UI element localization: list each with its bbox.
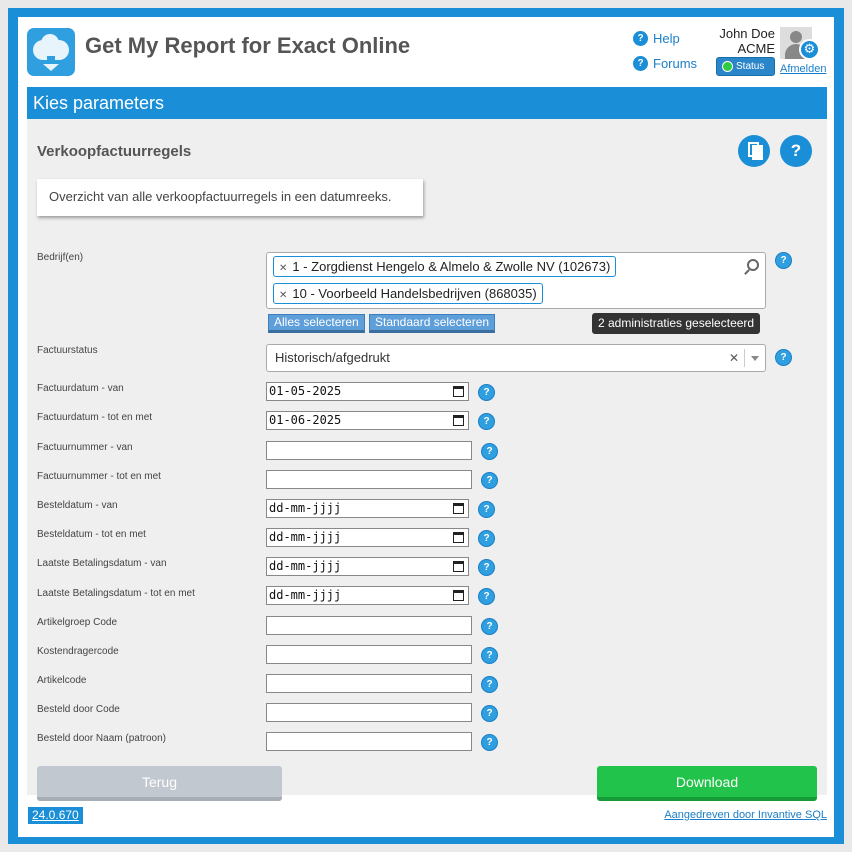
calendar-icon[interactable] bbox=[453, 415, 464, 426]
status-online-icon bbox=[722, 61, 733, 72]
user-name: John Doe bbox=[719, 26, 775, 41]
select-all-button[interactable]: Alles selecteren bbox=[268, 314, 365, 333]
parameters-form: Verkoopfactuurregels ? Overzicht van all… bbox=[27, 119, 827, 801]
field-help-icon[interactable]: ? bbox=[478, 530, 495, 547]
field-help-icon[interactable]: ? bbox=[478, 588, 495, 605]
invoice-status-value: Historisch/afgedrukt bbox=[275, 350, 390, 365]
field-help-icon[interactable]: ? bbox=[481, 705, 498, 722]
last-payment-date-to-input[interactable]: dd-mm-jjjj bbox=[266, 586, 469, 605]
order-date-from-input[interactable]: dd-mm-jjjj bbox=[266, 499, 469, 518]
remove-icon[interactable]: ✕ bbox=[279, 290, 287, 301]
report-help-button[interactable]: ? bbox=[780, 135, 812, 167]
field-help-icon[interactable]: ? bbox=[481, 443, 498, 460]
user-organization: ACME bbox=[737, 41, 775, 56]
field-help-icon[interactable]: ? bbox=[478, 559, 495, 576]
field-label: Laatste Betalingsdatum - tot en met bbox=[37, 588, 195, 599]
calendar-icon[interactable] bbox=[453, 532, 464, 543]
company-tag[interactable]: ✕ 10 - Voorbeeld Handelsbedrijven (868035… bbox=[273, 283, 543, 304]
field-help-icon[interactable]: ? bbox=[481, 676, 498, 693]
remove-icon[interactable]: ✕ bbox=[279, 263, 287, 274]
calendar-icon[interactable] bbox=[453, 503, 464, 514]
companies-help-icon[interactable]: ? bbox=[775, 252, 792, 269]
selected-count-badge: 2 administraties geselecteerd bbox=[592, 313, 761, 334]
copy-button[interactable] bbox=[738, 135, 770, 167]
companies-label: Bedrijf(en) bbox=[37, 252, 84, 263]
field-help-icon[interactable]: ? bbox=[481, 647, 498, 664]
status-label: Status bbox=[736, 61, 765, 72]
field-label: Factuurdatum - van bbox=[37, 383, 124, 394]
invoice-status-label: Factuurstatus bbox=[37, 345, 98, 356]
field-label: Artikelgroep Code bbox=[37, 617, 118, 628]
report-description: Overzicht van alle verkoopfactuurregels … bbox=[37, 179, 423, 216]
field-label: Factuurdatum - tot en met bbox=[37, 412, 153, 423]
calendar-icon[interactable] bbox=[453, 386, 464, 397]
field-help-icon[interactable]: ? bbox=[478, 413, 495, 430]
question-icon: ? bbox=[633, 31, 648, 46]
calendar-icon[interactable] bbox=[453, 590, 464, 601]
report-title: Verkoopfactuurregels bbox=[37, 143, 192, 160]
clear-icon[interactable]: ✕ bbox=[729, 345, 739, 371]
version-badge[interactable]: 24.0.670 bbox=[28, 807, 83, 824]
field-label: Kostendragercode bbox=[37, 646, 119, 657]
search-icon[interactable] bbox=[747, 259, 759, 271]
field-help-icon[interactable]: ? bbox=[481, 734, 498, 751]
question-icon: ? bbox=[633, 56, 648, 71]
item-code-input[interactable] bbox=[266, 674, 472, 693]
company-tag-label: 1 - Zorgdienst Hengelo & Almelo & Zwolle… bbox=[292, 259, 611, 274]
field-label: Besteld door Naam (patroon) bbox=[37, 733, 166, 744]
status-button[interactable]: Status bbox=[716, 57, 775, 76]
forums-link[interactable]: ? Forums bbox=[633, 56, 697, 71]
company-tag-label: 10 - Voorbeeld Handelsbedrijven (868035) bbox=[292, 286, 537, 301]
field-label: Besteld door Code bbox=[37, 704, 120, 715]
companies-multiselect[interactable]: ✕ 1 - Zorgdienst Hengelo & Almelo & Zwoll… bbox=[266, 252, 766, 309]
ordered-by-name-input[interactable] bbox=[266, 732, 472, 751]
item-group-code-input[interactable] bbox=[266, 616, 472, 635]
invoice-status-help-icon[interactable]: ? bbox=[775, 349, 792, 366]
field-label: Laatste Betalingsdatum - van bbox=[37, 558, 167, 569]
cost-unit-code-input[interactable] bbox=[266, 645, 472, 664]
gear-icon[interactable]: ⚙ bbox=[799, 39, 820, 60]
section-title-bar: Kies parameters bbox=[27, 87, 827, 119]
field-label: Factuurnummer - tot en met bbox=[37, 471, 161, 482]
download-button[interactable]: Download bbox=[597, 766, 817, 801]
invoice-number-to-input[interactable] bbox=[266, 470, 472, 489]
last-payment-date-from-input[interactable]: dd-mm-jjjj bbox=[266, 557, 469, 576]
forums-link-label: Forums bbox=[653, 56, 698, 71]
chevron-down-icon[interactable] bbox=[751, 356, 759, 361]
field-help-icon[interactable]: ? bbox=[478, 384, 495, 401]
invoice-number-from-input[interactable] bbox=[266, 441, 472, 460]
calendar-icon[interactable] bbox=[453, 561, 464, 572]
field-help-icon[interactable]: ? bbox=[481, 618, 498, 635]
invoice-date-to-input[interactable]: 01-06-2025 bbox=[266, 411, 469, 430]
order-date-to-input[interactable]: dd-mm-jjjj bbox=[266, 528, 469, 547]
app-panel: Get My Report for Exact Online ? Help ? … bbox=[18, 17, 834, 837]
powered-by-link[interactable]: Aangedreven door Invantive SQL bbox=[664, 809, 827, 821]
invoice-date-from-input[interactable]: 01-05-2025 bbox=[266, 382, 469, 401]
help-link-label: Help bbox=[653, 31, 680, 46]
ordered-by-code-input[interactable] bbox=[266, 703, 472, 722]
field-label: Besteldatum - van bbox=[37, 500, 118, 511]
field-label: Besteldatum - tot en met bbox=[37, 529, 146, 540]
field-label: Artikelcode bbox=[37, 675, 87, 686]
invoice-status-select[interactable]: Historisch/afgedrukt ✕ bbox=[266, 344, 766, 372]
field-help-icon[interactable]: ? bbox=[481, 472, 498, 489]
back-button[interactable]: Terug bbox=[37, 766, 282, 801]
cloud-download-logo-icon bbox=[27, 28, 75, 76]
app-title: Get My Report for Exact Online bbox=[85, 33, 411, 58]
company-tag[interactable]: ✕ 1 - Zorgdienst Hengelo & Almelo & Zwoll… bbox=[273, 256, 617, 277]
logout-link[interactable]: Afmelden bbox=[780, 63, 826, 75]
field-label: Factuurnummer - van bbox=[37, 442, 133, 453]
select-default-button[interactable]: Standaard selecteren bbox=[369, 314, 496, 333]
field-help-icon[interactable]: ? bbox=[478, 501, 495, 518]
help-link[interactable]: ? Help bbox=[633, 31, 680, 46]
